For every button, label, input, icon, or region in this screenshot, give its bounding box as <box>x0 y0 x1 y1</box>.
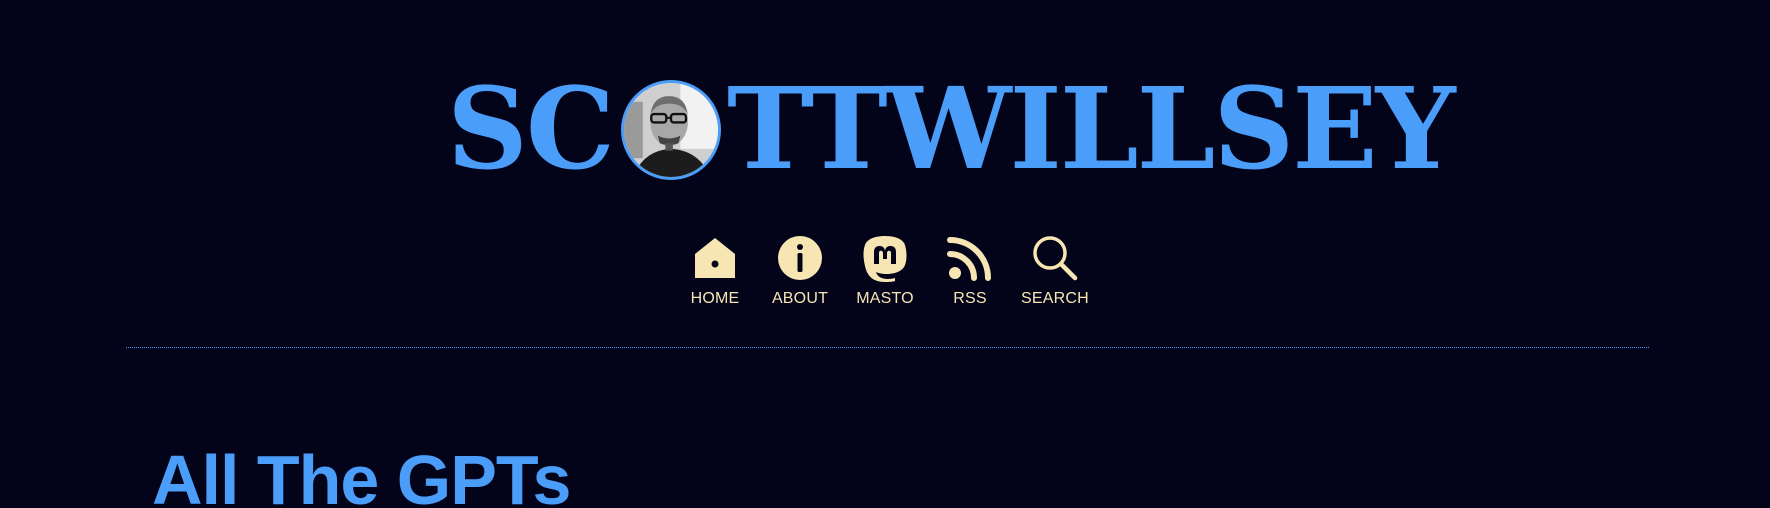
nav-label-search: SEARCH <box>1021 290 1089 307</box>
nav-item-rss[interactable]: RSS <box>928 232 1013 308</box>
header-divider <box>126 347 1649 348</box>
avatar <box>621 80 722 180</box>
avatar-photo <box>624 83 719 177</box>
nav-label-masto: MASTO <box>856 290 914 307</box>
site-logo-link[interactable]: SC TTWILLSEY <box>447 64 1456 195</box>
nav-item-home[interactable]: HOME <box>673 232 758 308</box>
home-icon <box>689 232 741 284</box>
info-icon <box>774 232 826 284</box>
post-title[interactable]: All The GPTs <box>152 440 571 508</box>
nav-item-masto[interactable]: MASTO <box>843 232 928 308</box>
nav-label-rss: RSS <box>953 290 987 307</box>
nav-item-search[interactable]: SEARCH <box>1013 232 1098 308</box>
rss-icon <box>944 232 996 284</box>
nav-label-about: ABOUT <box>771 290 829 307</box>
logo-text-suffix: TTWILLSEY <box>727 64 1456 195</box>
nav-item-about[interactable]: ABOUT <box>758 232 843 308</box>
nav-label-home: HOME <box>690 290 740 307</box>
search-icon <box>1029 232 1081 284</box>
logo-text-prefix: SC <box>447 64 615 195</box>
mastodon-icon <box>859 232 911 284</box>
main-nav: HOME ABOUT MASTO RSS SEARCH <box>0 232 1770 308</box>
